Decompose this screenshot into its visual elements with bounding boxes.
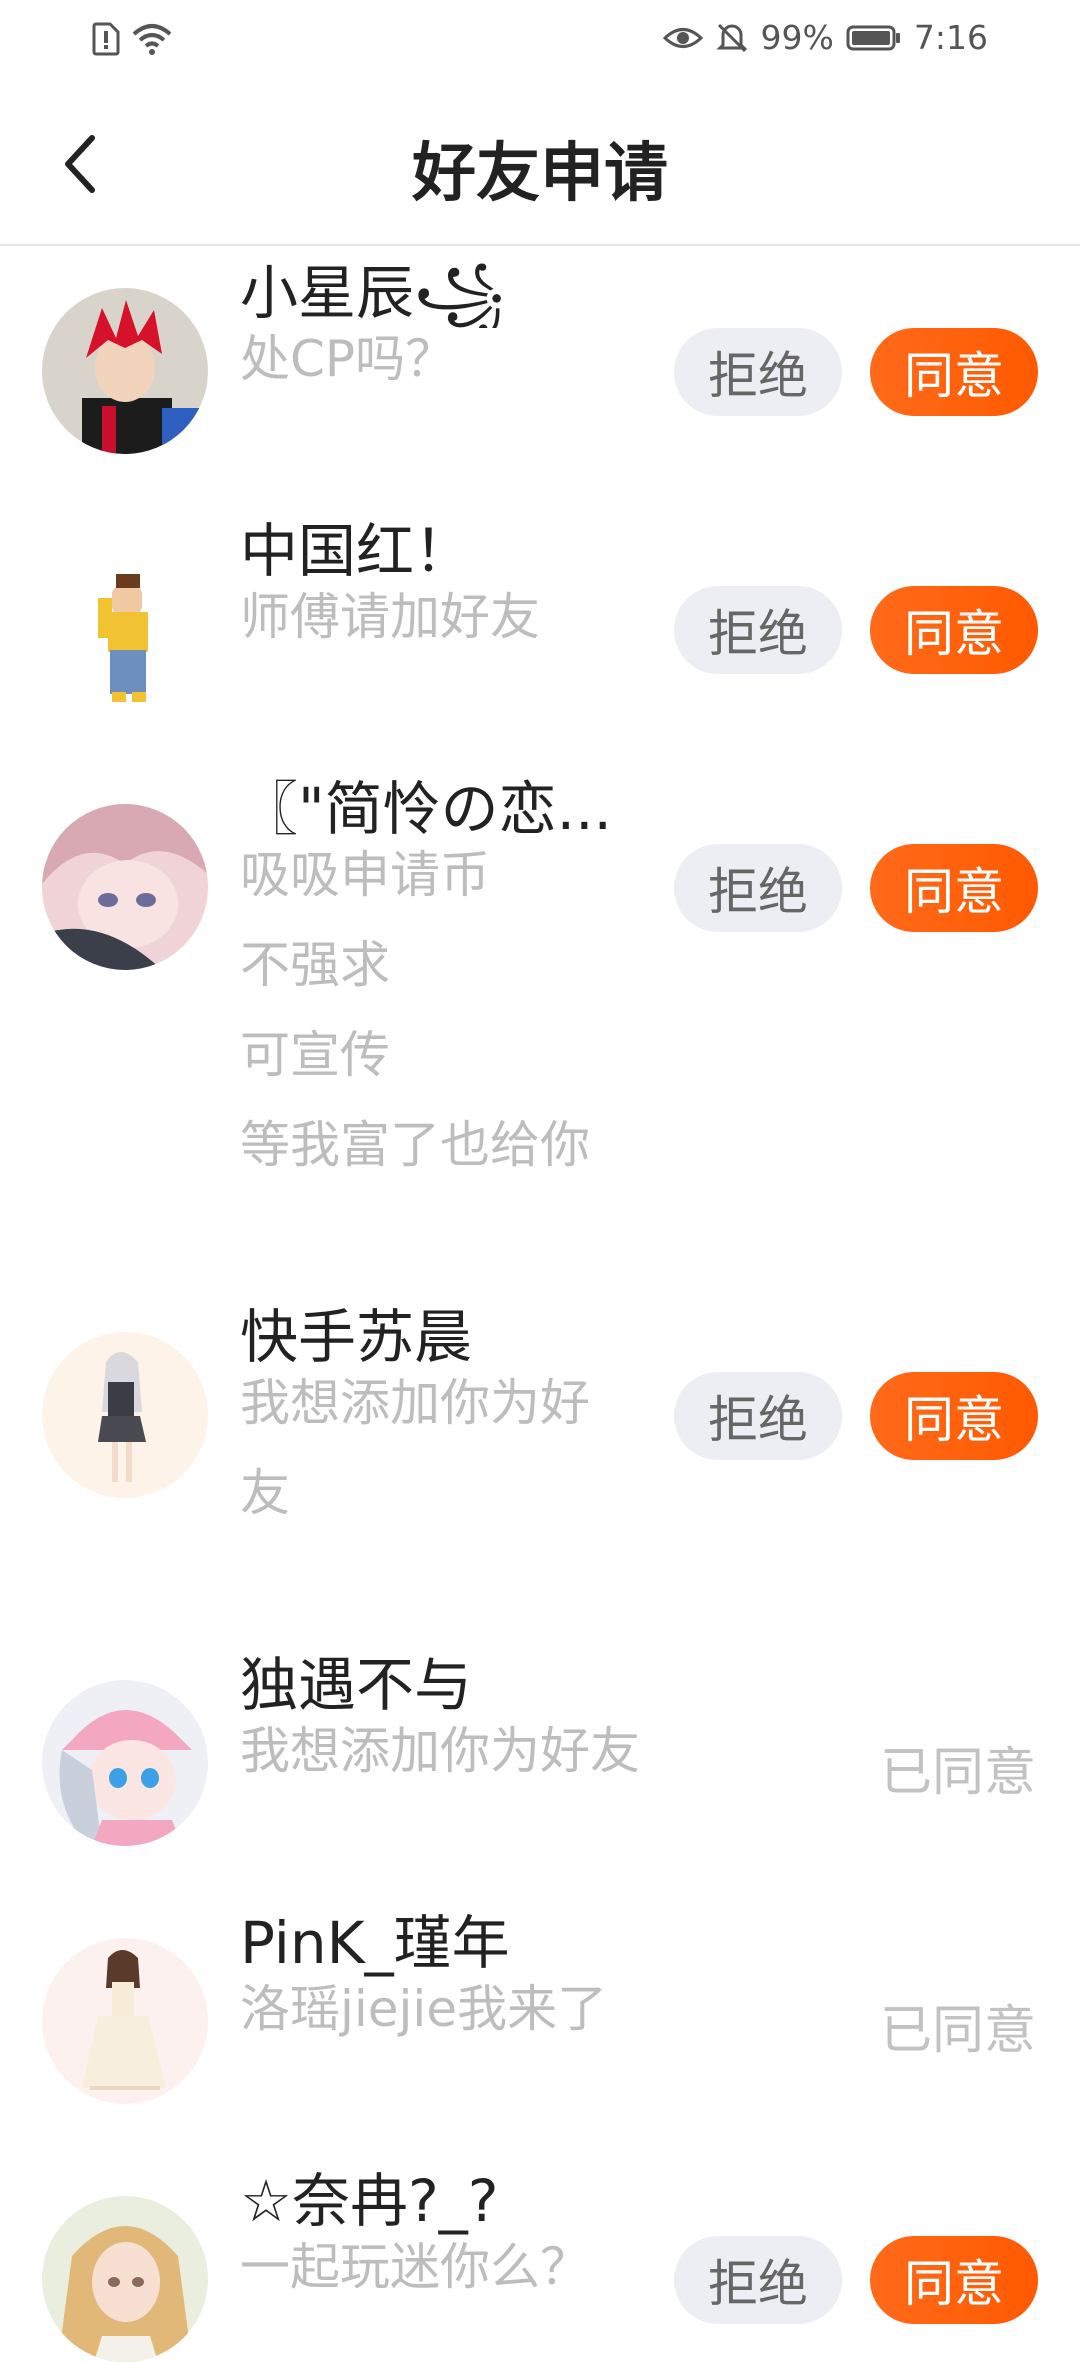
- message-line: 不强求: [240, 936, 390, 994]
- message-line: 一起玩迷你么？: [240, 2238, 590, 2296]
- reject-button[interactable]: 拒绝: [674, 586, 842, 674]
- request-message: 一起玩迷你么？: [240, 2222, 650, 2312]
- message-line: 师傅请加好友: [240, 588, 540, 646]
- message-line: 我想添加你为好: [240, 1374, 590, 1432]
- avatar[interactable]: [42, 1680, 208, 1846]
- reject-button[interactable]: 拒绝: [674, 2236, 842, 2324]
- status-bar: 99% 7:16: [0, 0, 1080, 84]
- request-message: 处CP吗？: [240, 314, 650, 404]
- header: 好友申请: [0, 84, 1080, 246]
- message-line: 吸吸申请币: [240, 846, 490, 904]
- battery-percent: 99%: [760, 18, 834, 57]
- message-line: 友: [240, 1464, 290, 1522]
- message-line: 可宣传: [240, 1026, 390, 1084]
- message-line: 等我富了也给你: [240, 1116, 590, 1174]
- accept-button[interactable]: 同意: [870, 328, 1038, 416]
- reject-button[interactable]: 拒绝: [674, 328, 842, 416]
- accept-button[interactable]: 同意: [870, 844, 1038, 932]
- request-message: 师傅请加好友: [240, 572, 650, 662]
- request-message: 洛瑶jiejie我来了: [240, 1964, 650, 2054]
- eye-icon: [662, 23, 703, 53]
- status-left: [92, 22, 172, 56]
- avatar[interactable]: [42, 546, 208, 712]
- request-message: 我想添加你为好 友: [240, 1358, 650, 1538]
- page-title: 好友申请: [412, 137, 668, 211]
- message-line: 处CP吗？: [240, 330, 456, 388]
- battery-icon: [846, 23, 902, 53]
- wifi-icon: [132, 22, 172, 56]
- accepted-status: 已同意: [879, 2001, 1036, 2061]
- accepted-status: 已同意: [879, 1743, 1036, 1803]
- clock: 7:16: [913, 18, 988, 57]
- accept-button[interactable]: 同意: [870, 586, 1038, 674]
- reject-button[interactable]: 拒绝: [674, 844, 842, 932]
- mute-bell-icon: [715, 21, 749, 55]
- accept-button[interactable]: 同意: [870, 1372, 1038, 1460]
- avatar[interactable]: [42, 804, 208, 970]
- accept-button[interactable]: 同意: [870, 2236, 1038, 2324]
- avatar[interactable]: [42, 1938, 208, 2104]
- avatar[interactable]: [42, 1332, 208, 1498]
- request-message: 吸吸申请币 不强求 可宣传 等我富了也给你: [240, 830, 650, 1190]
- avatar[interactable]: [42, 288, 208, 454]
- reject-button[interactable]: 拒绝: [674, 1372, 842, 1460]
- message-line: 我想添加你为好友: [240, 1722, 640, 1780]
- message-line: 洛瑶jiejie我来了: [240, 1980, 608, 2038]
- avatar[interactable]: [42, 2196, 208, 2362]
- sim-alert-icon: [92, 22, 120, 56]
- status-right: 99% 7:16: [662, 18, 988, 57]
- request-message: 我想添加你为好友: [240, 1706, 650, 1796]
